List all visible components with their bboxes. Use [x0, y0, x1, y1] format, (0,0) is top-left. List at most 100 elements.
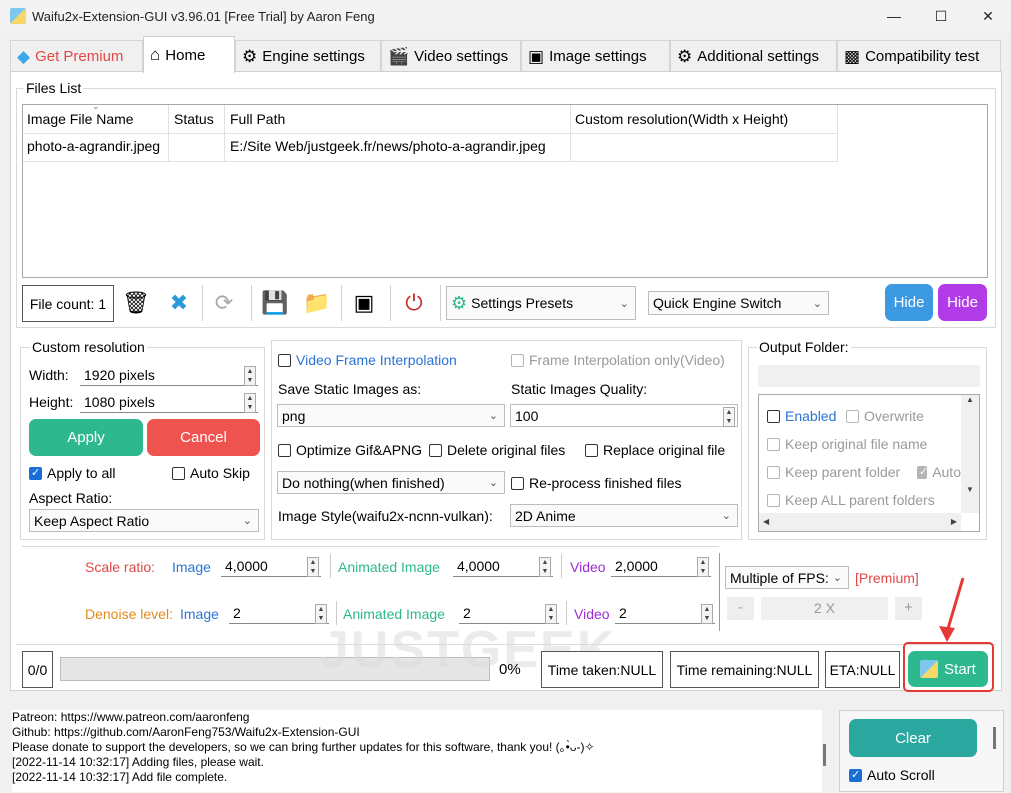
hide-button-1[interactable]: Hide	[885, 284, 933, 321]
column-header-full-path[interactable]: Full Path	[230, 111, 285, 127]
scale-image-spinbox[interactable]: 4,0000 ▲ ▼	[221, 555, 321, 577]
width-spinbox[interactable]: 1920 pixels ▲ ▼	[80, 364, 258, 386]
file-count: File count: 1	[22, 285, 114, 322]
fps-multiplier-value: 2 X	[761, 597, 888, 620]
frame-interpolation-only-checkbox: Frame Interpolation only(Video)	[511, 352, 725, 368]
refresh-icon[interactable]: ⟳	[207, 286, 241, 320]
tab-image-settings[interactable]: ▣ Image settings	[521, 40, 670, 72]
tab-home[interactable]: ⌂ Home	[143, 36, 235, 73]
aspect-ratio-dropdown[interactable]: Keep Aspect Ratio ⌄	[29, 509, 259, 532]
denoise-video-spinbox[interactable]: 2 ▲ ▼	[615, 602, 715, 624]
denoise-level-label: Denoise level:	[85, 606, 173, 622]
denoise-image-spinbox[interactable]: 2 ▲ ▼	[229, 602, 329, 624]
apply-button[interactable]: Apply	[29, 419, 143, 456]
monitor-icon: ▩	[844, 46, 861, 66]
image-style-dropdown[interactable]: 2D Anime ⌄	[510, 504, 738, 527]
auto-checkbox: Auto	[917, 464, 961, 480]
trash-icon[interactable]: 🗑	[119, 286, 153, 320]
eta: ETA:NULL	[825, 651, 900, 688]
scale-animated-spinbox[interactable]: 4,0000 ▲ ▼	[453, 555, 553, 577]
reprocess-finished-checkbox[interactable]: Re-process finished files	[511, 475, 682, 491]
spin-arrows-icon[interactable]: ▲ ▼	[244, 366, 256, 386]
video-frame-interpolation-checkbox[interactable]: Video Frame Interpolation	[278, 352, 457, 368]
engine-icon: ⚙	[242, 46, 258, 66]
fps-plus-button[interactable]: +	[895, 597, 922, 620]
app-start-icon	[920, 660, 939, 678]
vertical-scrollbar[interactable]: ▲ ▼	[961, 395, 979, 513]
chevron-down-icon: ⌄	[721, 510, 731, 522]
tab-video-settings[interactable]: 🎬 Video settings	[381, 40, 521, 72]
checkbox-checked-icon	[917, 465, 928, 479]
progress-counter: 0/0	[22, 651, 53, 688]
auto-scroll-checkbox[interactable]: Auto Scroll	[849, 767, 935, 783]
height-spinbox[interactable]: 1080 pixels ▲ ▼	[80, 391, 258, 413]
controls-scrollbar[interactable]	[993, 727, 996, 749]
add-image-icon[interactable]: ▣	[347, 286, 381, 320]
table-cell-file-name[interactable]: photo-a-agrandir.jpeg	[27, 138, 160, 154]
apply-to-all-checkbox[interactable]: Apply to all	[29, 465, 115, 481]
checkbox-checked-icon	[29, 466, 42, 480]
checkbox-icon	[278, 443, 291, 457]
finished-action-dropdown[interactable]: Do nothing(when finished) ⌄	[277, 471, 505, 494]
checkbox-icon	[511, 353, 524, 367]
column-header-custom-resolution[interactable]: Custom resolution(Width x Height)	[575, 111, 788, 127]
spin-arrows-icon[interactable]: ▲ ▼	[539, 557, 551, 577]
red-arrow-annotation	[939, 577, 965, 642]
chevron-down-icon: ⌄	[242, 515, 252, 527]
hide-button-2[interactable]: Hide	[938, 284, 987, 321]
gear-icon: ⚙	[451, 292, 468, 313]
folder-icon[interactable]: 📁	[300, 286, 334, 320]
spin-arrows-icon[interactable]: ▲ ▼	[701, 604, 713, 624]
replace-original-checkbox[interactable]: Replace original file	[585, 442, 725, 458]
output-folder-path-input[interactable]	[758, 365, 980, 387]
denoise-image-label: Image	[180, 606, 219, 622]
scale-video-spinbox[interactable]: 2,0000 ▲ ▼	[611, 555, 711, 577]
image-style-label: Image Style(waifu2x-ncnn-vulkan):	[278, 508, 493, 524]
home-icon: ⌂	[150, 45, 161, 64]
progress-percent: 0%	[499, 661, 521, 678]
quality-spinbox[interactable]: 100 ▲ ▼	[510, 404, 738, 427]
fps-minus-button[interactable]: -	[727, 597, 754, 620]
tab-engine-settings[interactable]: ⚙ Engine settings	[235, 40, 381, 72]
keep-original-name-checkbox: Keep original file name	[767, 436, 927, 452]
column-header-status[interactable]: Status	[174, 111, 214, 127]
spin-arrows-icon[interactable]: ▲ ▼	[697, 557, 709, 577]
log-scrollbar[interactable]	[823, 744, 826, 766]
height-label: Height:	[29, 394, 74, 410]
auto-skip-checkbox[interactable]: Auto Skip	[172, 465, 250, 481]
chevron-down-icon: ⌄	[619, 297, 629, 310]
eraser-icon[interactable]: ✖	[162, 286, 196, 320]
tab-compatibility-test[interactable]: ▩ Compatibility test	[837, 40, 1001, 72]
gem-icon: ◆	[17, 46, 31, 66]
save-list-icon[interactable]: 💾	[258, 286, 292, 320]
column-header-file-name[interactable]: Image File Name	[27, 111, 134, 127]
tab-get-premium[interactable]: ◆ Get Premium	[10, 40, 143, 72]
minimize-icon[interactable]: —	[871, 0, 917, 32]
table-cell-full-path[interactable]: E:/Site Web/justgeek.fr/news/photo-a-agr…	[230, 138, 546, 154]
horizontal-scrollbar[interactable]: ◀ ▶	[759, 513, 961, 531]
tab-additional-settings[interactable]: ⚙ Additional settings	[670, 40, 837, 72]
spin-arrows-icon[interactable]: ▲ ▼	[307, 557, 319, 577]
maximize-icon[interactable]: ☐	[918, 0, 964, 32]
optimize-gif-checkbox[interactable]: Optimize Gif&APNG	[278, 442, 422, 458]
settings-presets-dropdown[interactable]: ⚙ Settings Presets ⌄	[446, 286, 636, 320]
delete-original-checkbox[interactable]: Delete original files	[429, 442, 565, 458]
scale-video-label: Video	[570, 559, 606, 575]
start-button[interactable]: Start	[908, 651, 988, 687]
spin-arrows-icon[interactable]: ▲ ▼	[244, 393, 256, 413]
save-format-dropdown[interactable]: png ⌄	[277, 404, 505, 427]
fps-multiple-dropdown[interactable]: Multiple of FPS: ⌄	[725, 566, 849, 589]
output-enabled-checkbox[interactable]: Enabled	[767, 408, 836, 424]
log-output[interactable]: Patreon: https://www.patreon.com/aaronfe…	[12, 710, 822, 792]
power-monitor-icon[interactable]: ⏻	[397, 286, 431, 320]
overwrite-checkbox: Overwrite	[846, 408, 924, 424]
files-table[interactable]: ⌄ Image File Name Status Full Path Custo…	[22, 101, 988, 278]
cancel-button[interactable]: Cancel	[147, 419, 260, 456]
clear-log-button[interactable]: Clear	[849, 719, 977, 757]
spin-arrows-icon[interactable]: ▲ ▼	[723, 407, 735, 427]
close-icon[interactable]: ✕	[965, 0, 1011, 32]
checkbox-icon	[767, 409, 780, 423]
app-icon	[10, 8, 26, 24]
checkbox-icon	[767, 437, 780, 451]
quick-engine-switch-dropdown[interactable]: Quick Engine Switch ⌄	[648, 291, 829, 315]
